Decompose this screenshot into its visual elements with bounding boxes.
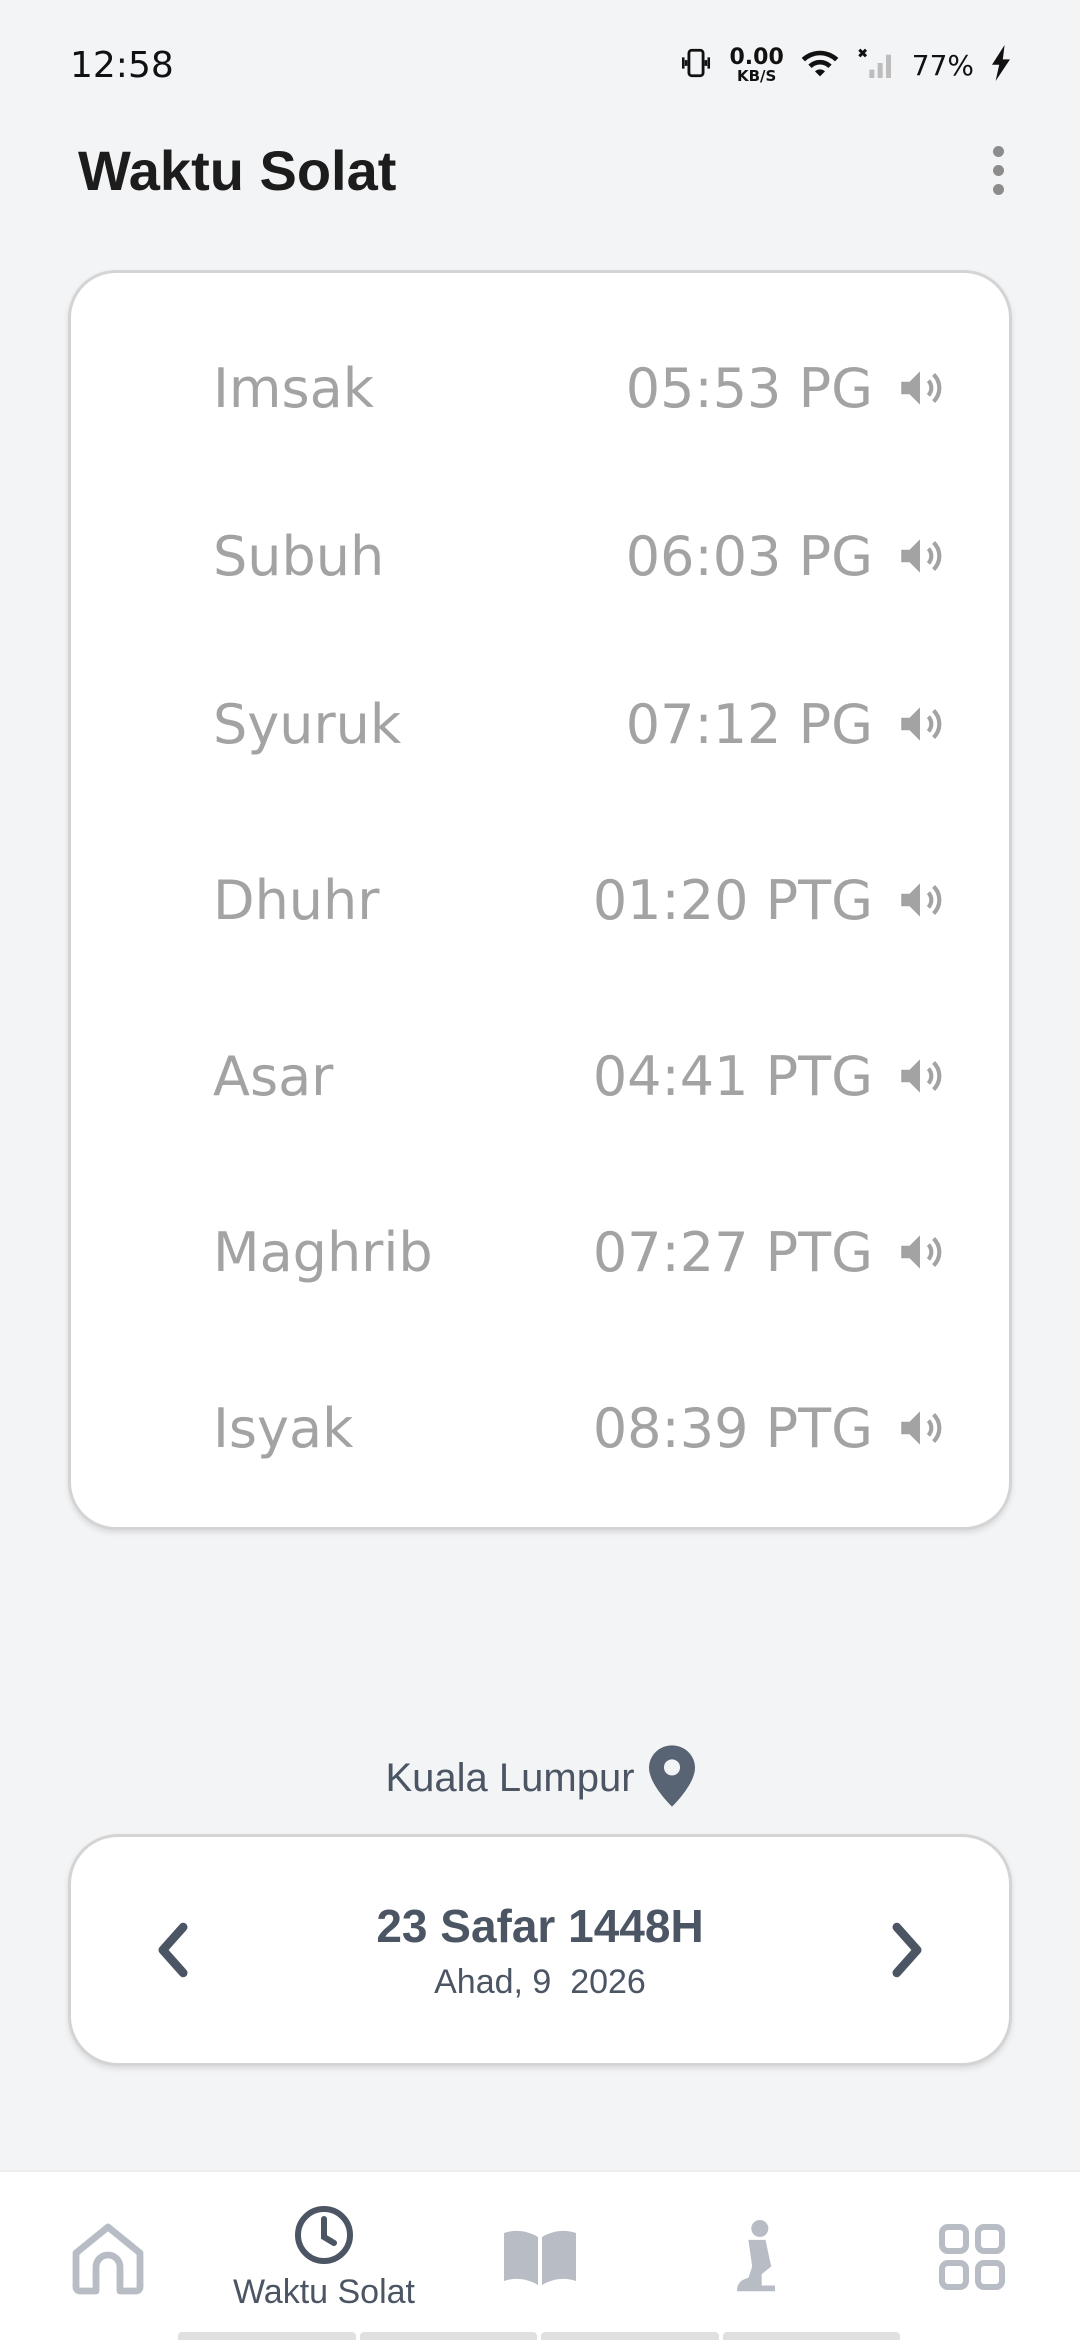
more-vertical-icon: [992, 145, 1004, 157]
nav-item-waktu-solat[interactable]: Waktu Solat: [216, 2172, 432, 2340]
previous-day-button[interactable]: [143, 1910, 203, 1990]
prayer-person-icon: [737, 2219, 775, 2292]
nav-indicator: [178, 2332, 356, 2340]
next-day-button[interactable]: [877, 1910, 937, 1990]
charging-icon: [990, 45, 1012, 85]
prayer-time: 08:39 PTG: [592, 1396, 873, 1460]
nav-indicator-bar: [178, 2332, 900, 2340]
prayer-row-dhuhr: Dhuhr 01:20 PTG: [71, 845, 1015, 955]
bottom-navigation: Waktu Solat: [0, 2170, 1080, 2340]
nav-item-quran[interactable]: [432, 2172, 648, 2340]
chevron-left-icon: [158, 1922, 188, 1978]
speaker-icon[interactable]: [895, 363, 945, 413]
prayer-time: 06:03 PG: [625, 524, 873, 588]
prayer-time: 01:20 PTG: [592, 868, 873, 932]
prayer-name: Dhuhr: [213, 868, 380, 932]
network-speed-value: 0.00: [729, 44, 784, 70]
status-time: 12:58: [70, 44, 174, 86]
prayer-times-card: Imsak 05:53 PG Subuh 06:03 PG Syuruk 07:…: [68, 270, 1012, 1530]
speaker-icon[interactable]: [895, 531, 945, 581]
map-pin-icon: [648, 1745, 695, 1811]
home-icon: [72, 2223, 144, 2295]
signal-icon: [856, 46, 896, 84]
prayer-row-maghrib: Maghrib 07:27 PTG: [71, 1197, 1015, 1307]
prayer-name: Imsak: [213, 356, 375, 420]
nav-indicator: [722, 2332, 900, 2340]
date-display: 23 Safar 1448H Ahad, 9 2026: [376, 1899, 703, 2002]
date-navigator: 23 Safar 1448H Ahad, 9 2026: [68, 1834, 1012, 2066]
screen: 12:58 0.00 KB/S 77% Waktu Solat Imsak 05…: [0, 0, 1080, 2340]
prayer-row-isyak: Isyak 08:39 PTG: [71, 1373, 1015, 1483]
prayer-name: Maghrib: [213, 1220, 433, 1284]
book-icon: [504, 2230, 576, 2285]
status-bar: 12:58 0.00 KB/S 77%: [0, 0, 1080, 130]
prayer-row-asar: Asar 04:41 PTG: [71, 1021, 1015, 1131]
speaker-icon[interactable]: [895, 1227, 945, 1277]
more-dot: [992, 164, 1004, 176]
speaker-icon[interactable]: [895, 699, 945, 749]
prayer-name: Syuruk: [213, 692, 402, 756]
hijri-date: 23 Safar 1448H: [376, 1899, 704, 1952]
prayer-time: 07:12 PG: [625, 692, 873, 756]
more-options-button[interactable]: [978, 140, 1018, 200]
network-speed: 0.00 KB/S: [729, 44, 784, 85]
vibrate-icon: [679, 46, 713, 84]
prayer-time: 07:27 PTG: [592, 1220, 873, 1284]
app-bar: Waktu Solat: [0, 130, 1080, 210]
prayer-time: 04:41 PTG: [592, 1044, 873, 1108]
prayer-row-subuh: Subuh 06:03 PG: [71, 501, 1015, 611]
prayer-name: Subuh: [213, 524, 385, 588]
wifi-icon: [800, 46, 840, 84]
prayer-time: 05:53 PG: [625, 356, 873, 420]
nav-item-home[interactable]: [0, 2172, 216, 2340]
prayer-name: Asar: [213, 1044, 334, 1108]
chevron-right-icon: [892, 1922, 922, 1978]
nav-label-waktu-solat: Waktu Solat: [232, 2272, 416, 2311]
speaker-icon[interactable]: [895, 1403, 945, 1453]
network-speed-unit: KB/S: [736, 66, 777, 85]
location-selector[interactable]: Kuala Lumpur: [0, 1740, 1080, 1816]
clock-icon: [295, 2205, 353, 2264]
nav-item-prayer-guide[interactable]: [648, 2172, 864, 2340]
prayer-row-syuruk: Syuruk 07:12 PG: [71, 669, 1015, 779]
nav-indicator: [359, 2332, 537, 2340]
status-icons: 0.00 KB/S 77%: [679, 45, 1012, 85]
battery-level: 77%: [911, 48, 974, 82]
prayer-row-imsak: Imsak 05:53 PG: [71, 333, 1015, 443]
more-dot: [992, 183, 1004, 195]
speaker-icon[interactable]: [895, 875, 945, 925]
nav-item-more[interactable]: [864, 2172, 1080, 2340]
nav-indicator: [541, 2332, 719, 2340]
gregorian-date: Ahad, 9 2026: [434, 1962, 646, 2001]
location-name: Kuala Lumpur: [385, 1755, 635, 1800]
speaker-icon[interactable]: [895, 1051, 945, 1101]
page-title: Waktu Solat: [78, 138, 397, 202]
grid-icon: [939, 2224, 1005, 2290]
prayer-name: Isyak: [213, 1396, 354, 1460]
